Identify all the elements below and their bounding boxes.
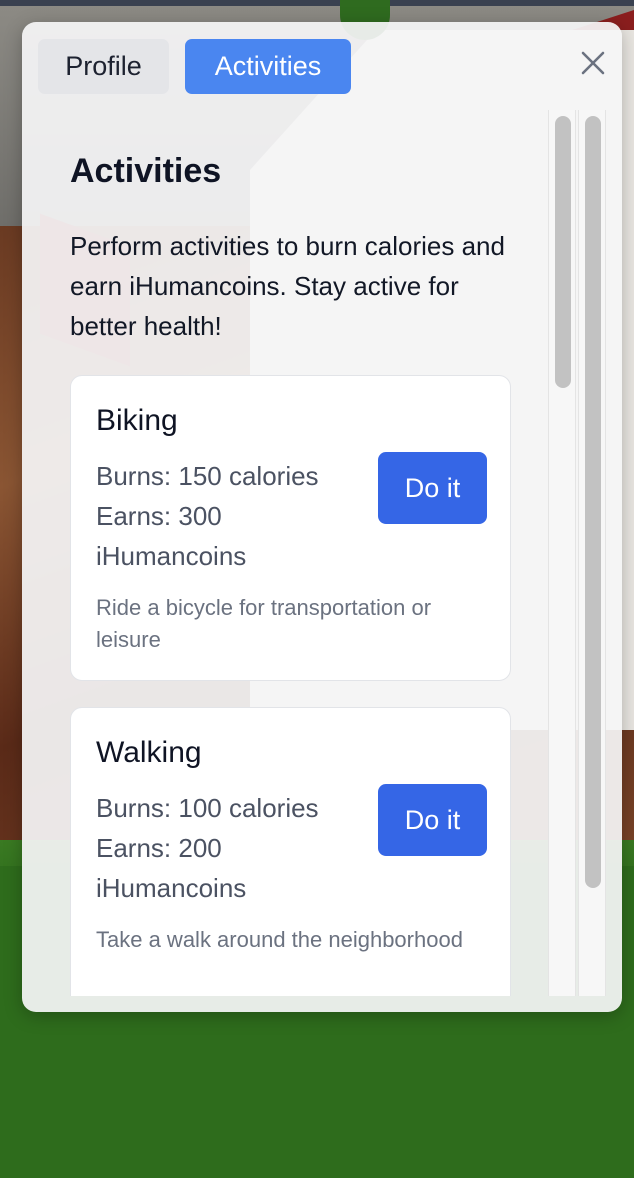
close-icon[interactable] [578, 48, 608, 78]
activity-name: Walking [96, 736, 202, 769]
outer-scrollbar[interactable] [578, 110, 606, 996]
outer-scrollbar-thumb[interactable] [585, 116, 601, 888]
activity-description: Ride a bicycle for transportation or lei… [96, 595, 432, 652]
do-it-button-walking[interactable]: Do it [378, 784, 487, 856]
intro-text: Perform activities to burn calories and … [70, 231, 505, 341]
activity-burns: Burns: 150 calories [96, 461, 319, 491]
do-it-button-biking[interactable]: Do it [378, 452, 487, 524]
activity-description: Take a walk around the neighborhood [96, 927, 463, 952]
inner-scrollbar-thumb[interactable] [555, 116, 571, 388]
activity-name: Biking [96, 404, 178, 437]
activities-scroll-area[interactable]: Activities Perform activities to burn ca… [22, 110, 548, 996]
activity-card-walking: Walking Burns: 100 calories Earns: 200 i… [70, 707, 511, 996]
activity-earns-unit: iHumancoins [96, 873, 247, 903]
activity-stats: Burns: 100 calories Earns: 200 iHumancoi… [96, 788, 366, 908]
activity-stats: Burns: 150 calories Earns: 300 iHumancoi… [96, 456, 366, 576]
activities-panel: Profile Activities Activities Perform ac… [22, 22, 622, 1012]
activity-card-biking: Biking Burns: 150 calories Earns: 300 iH… [70, 375, 511, 681]
tab-activities[interactable]: Activities [185, 39, 351, 94]
inner-scrollbar[interactable] [548, 110, 576, 996]
activity-earns: Earns: 200 [96, 833, 222, 863]
activity-earns-unit: iHumancoins [96, 541, 247, 571]
page-title: Activities [70, 152, 222, 190]
tab-profile[interactable]: Profile [38, 39, 169, 94]
activity-earns: Earns: 300 [96, 501, 222, 531]
activity-burns: Burns: 100 calories [96, 793, 319, 823]
